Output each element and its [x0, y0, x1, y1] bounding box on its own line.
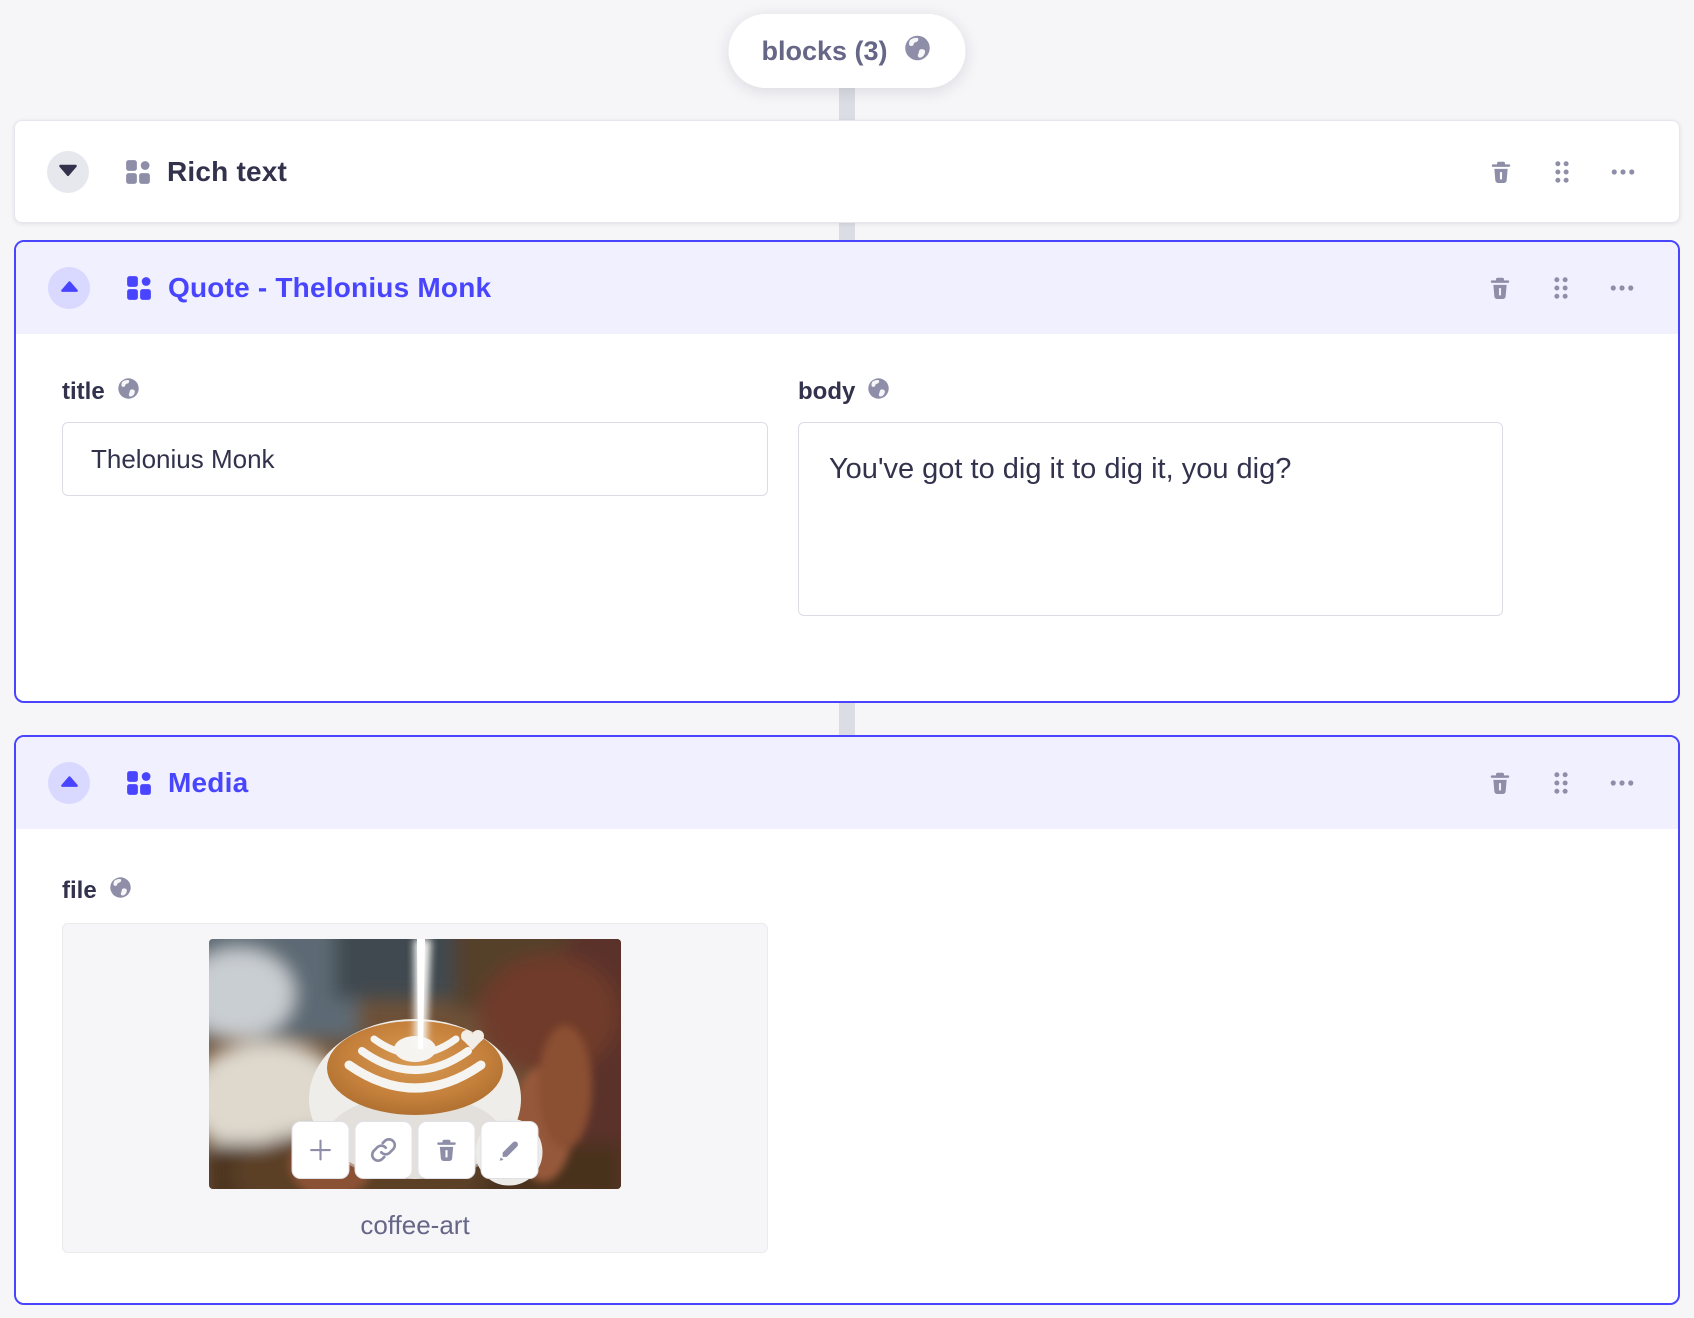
field-label-text: title — [62, 378, 105, 405]
block-title: Rich text — [167, 155, 288, 187]
title-input[interactable] — [62, 422, 768, 496]
component-blocks-icon — [123, 157, 153, 187]
delete-block-button[interactable] — [1486, 769, 1514, 797]
delete-block-button[interactable] — [1486, 274, 1514, 302]
block-body: file coffee-art — [16, 829, 1678, 1303]
edit-asset-button[interactable] — [480, 1121, 539, 1179]
field-label: file — [62, 875, 1632, 907]
body-textarea[interactable]: You've got to dig it to dig it, you dig? — [798, 422, 1503, 616]
expand-toggle-button[interactable] — [47, 150, 89, 193]
block-header[interactable]: Quote - Thelonius Monk — [16, 242, 1678, 334]
block-title: Quote - Thelonius Monk — [168, 272, 492, 303]
field-label: body — [798, 376, 1503, 408]
block-rich-text: Rich text — [14, 120, 1680, 223]
more-actions-button[interactable] — [1608, 274, 1636, 302]
drag-handle[interactable] — [1550, 770, 1572, 796]
media-preview-image — [209, 939, 621, 1189]
globe-icon — [116, 376, 141, 408]
more-actions-button[interactable] — [1609, 158, 1637, 186]
drag-handle[interactable] — [1550, 275, 1572, 301]
field-label: title — [62, 376, 768, 408]
chevron-down-icon — [58, 164, 78, 180]
block-header[interactable]: Media — [16, 737, 1678, 829]
drag-handle[interactable] — [1551, 159, 1573, 185]
media-actions-toolbar — [291, 1121, 539, 1179]
blocks-count-label: blocks (3) — [761, 35, 888, 66]
block-media: Media file coffee-art — [14, 735, 1680, 1305]
block-quote: Quote - Thelonius Monk title Thelonius M… — [14, 240, 1680, 703]
globe-icon — [866, 376, 891, 408]
delete-block-button[interactable] — [1487, 158, 1515, 186]
block-header[interactable]: Rich text — [15, 121, 1679, 222]
collapse-toggle-button[interactable] — [48, 762, 90, 804]
globe-icon — [108, 875, 133, 907]
field-label-text: body — [798, 378, 856, 405]
field-body: body You've got to dig it to dig it, you… — [798, 376, 1503, 701]
more-actions-button[interactable] — [1608, 769, 1636, 797]
block-title: Media — [168, 767, 249, 798]
dynamic-zone-stack: Rich text Quote - Thelonius Monk title T… — [14, 120, 1680, 1305]
media-file-name: coffee-art — [360, 1210, 470, 1240]
collapse-toggle-button[interactable] — [48, 267, 90, 309]
block-body: title body You've got to dig it to dig i… — [16, 334, 1678, 701]
field-title: title — [62, 376, 768, 701]
copy-link-button[interactable] — [354, 1121, 413, 1179]
blocks-count-pill: blocks (3) — [728, 14, 966, 88]
delete-asset-button[interactable] — [417, 1121, 476, 1179]
media-asset-card: coffee-art — [62, 923, 768, 1253]
chevron-up-icon — [60, 775, 79, 791]
add-asset-button[interactable] — [291, 1121, 350, 1179]
component-blocks-icon — [124, 273, 154, 303]
field-label-text: file — [62, 877, 97, 904]
chevron-up-icon — [60, 280, 79, 296]
component-blocks-icon — [124, 768, 154, 798]
globe-icon — [903, 33, 933, 70]
